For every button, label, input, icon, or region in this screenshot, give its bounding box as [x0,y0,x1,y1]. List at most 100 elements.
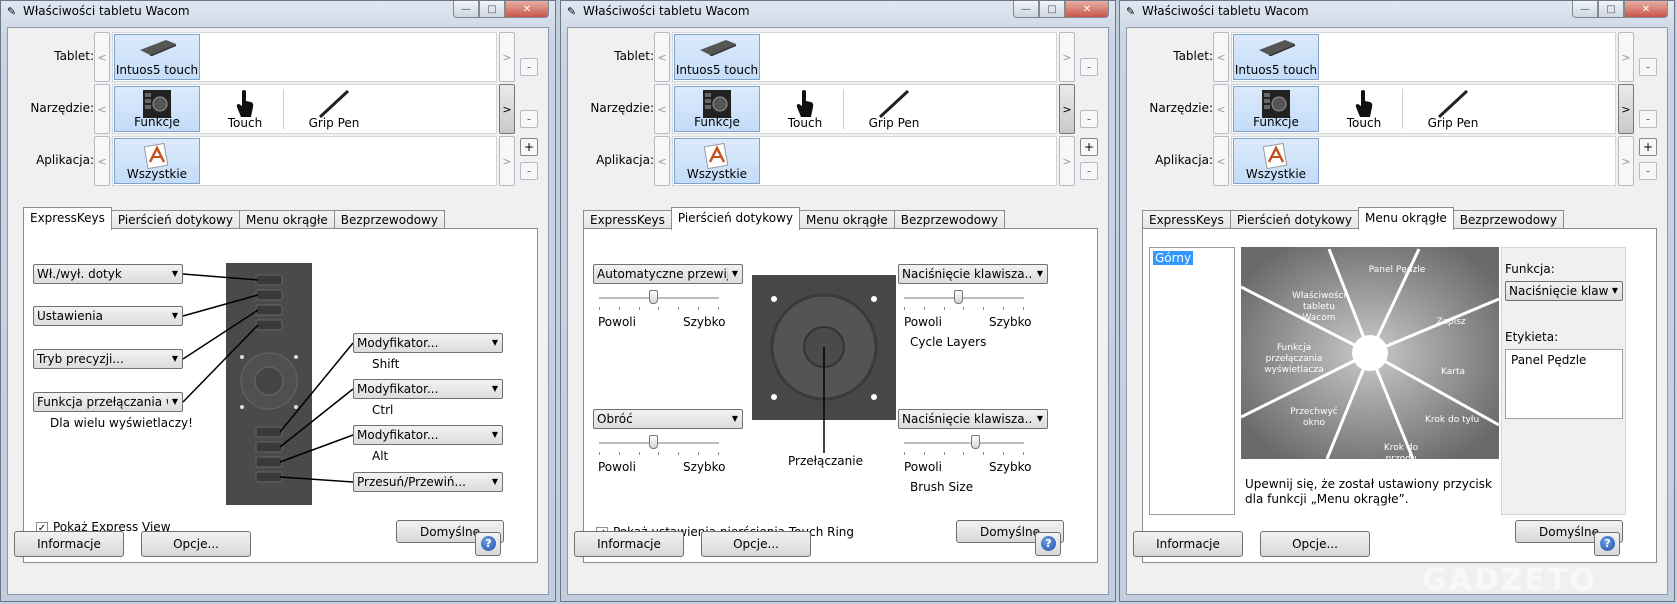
tile-touch[interactable]: Touch [1321,86,1407,132]
tablet-scroll-right[interactable]: > [499,32,515,82]
tile-grip-pen[interactable]: Grip Pen [291,86,377,132]
tile-functions[interactable]: Funkcje [114,86,200,132]
remove-app-button[interactable]: - [520,162,538,180]
tab-expresskeys[interactable]: ExpressKeys [1142,210,1231,230]
app-scroll-right[interactable]: > [499,136,515,186]
remove-tool-button[interactable]: - [1639,110,1657,128]
tool-scroll-right[interactable]: > [1059,84,1075,134]
tab-radial-menu[interactable]: Menu okrągłe [239,210,335,230]
label-textbox[interactable]: Panel Pędzle [1505,349,1623,419]
add-app-button[interactable]: + [1639,138,1657,156]
slice-label: Zapisz [1436,317,1466,327]
minimize-button[interactable]: — [1013,1,1039,18]
tab-wireless[interactable]: Bezprzewodowy [1452,210,1564,230]
close-button[interactable]: ✕ [1065,1,1109,18]
tile-all-apps[interactable]: Wszystkie [1233,138,1319,184]
remove-tablet-button[interactable]: - [1639,58,1657,76]
tab-wireless[interactable]: Bezprzewodowy [893,210,1005,230]
tile-tablet[interactable]: Intuos5 touch [1233,34,1319,80]
mode1-dropdown[interactable]: Automatyczne przewijanie▼ [593,264,743,284]
app-label: Aplikacja: [1155,153,1213,167]
help-button[interactable]: ? [1594,532,1620,556]
tab-radial-menu[interactable]: Menu okrągłe [799,210,895,230]
information-button[interactable]: Informacje [1133,531,1243,557]
tile-touch[interactable]: Touch [762,86,848,132]
help-button[interactable]: ? [1035,532,1061,556]
tab-expresskeys[interactable]: ExpressKeys [23,207,112,230]
tab-expresskeys[interactable]: ExpressKeys [583,210,672,230]
key8-dropdown[interactable]: Przesuń/Przewiń... ▼ [353,472,503,492]
tab-radial-menu[interactable]: Menu okrągłe [1358,207,1454,230]
tool-scroll-right[interactable]: > [1618,84,1634,134]
minimize-button[interactable]: — [1572,1,1598,18]
remove-tool-button[interactable]: - [1080,110,1098,128]
add-app-button[interactable]: + [1080,138,1098,156]
options-button[interactable]: Opcje... [141,531,251,557]
tablet-scroll-left[interactable]: < [94,32,110,82]
maximize-button[interactable]: □ [1598,1,1624,18]
tablet-scroll-right[interactable]: > [1059,32,1075,82]
tile-all-apps[interactable]: Wszystkie [674,138,760,184]
mode3-speed-slider[interactable] [599,434,719,458]
tile-grip-pen[interactable]: Grip Pen [851,86,937,132]
radial-menu-tree[interactable]: Górny [1149,247,1235,515]
information-button[interactable]: Informacje [574,531,684,557]
maximize-button[interactable]: □ [1039,1,1065,18]
minimize-button[interactable]: — [453,1,479,18]
function-dropdown[interactable]: Naciśnięcie klawisza▼ [1505,281,1623,301]
tool-scroll-left[interactable]: < [1213,84,1229,134]
tile-functions[interactable]: Funkcje [1233,86,1319,132]
title-bar[interactable]: ✎ Właściwości tabletu Wacom — □ ✕ [1,1,555,23]
mode2-dropdown[interactable]: Naciśnięcie klawisza... ▼ [898,264,1048,284]
key5-dropdown[interactable]: Modyfikator... ▼ [353,333,503,353]
help-icon: ? [481,536,496,551]
app-scroll-left[interactable]: < [1213,136,1229,186]
mode2-speed-slider[interactable] [904,289,1024,313]
remove-tablet-button[interactable]: - [520,58,538,76]
help-button[interactable]: ? [475,532,501,556]
key7-dropdown[interactable]: Modyfikator... ▼ [353,425,503,445]
tile-tablet[interactable]: Intuos5 touch [114,34,200,80]
close-button[interactable]: ✕ [1624,1,1668,18]
app-scroll-left[interactable]: < [654,136,670,186]
slice-label: Krok do przodu [1383,443,1419,464]
tool-scroll-right[interactable]: > [499,84,515,134]
key6-dropdown[interactable]: Modyfikator... ▼ [353,379,503,399]
close-button[interactable]: ✕ [505,1,549,18]
remove-tablet-button[interactable]: - [1080,58,1098,76]
tile-touch[interactable]: Touch [202,86,288,132]
remove-app-button[interactable]: - [1639,162,1657,180]
tablet-scroll-left[interactable]: < [1213,32,1229,82]
mode4-dropdown[interactable]: Naciśnięcie klawisza... ▼ [898,409,1048,429]
remove-app-button[interactable]: - [1080,162,1098,180]
app-scroll-right[interactable]: > [1618,136,1634,186]
tablet-scroll-left[interactable]: < [654,32,670,82]
tablet-scroll-right[interactable]: > [1618,32,1634,82]
options-button[interactable]: Opcje... [701,531,811,557]
maximize-button[interactable]: □ [479,1,505,18]
tool-scroll-left[interactable]: < [654,84,670,134]
add-app-button[interactable]: + [520,138,538,156]
tile-all-apps[interactable]: Wszystkie [114,138,200,184]
title-bar[interactable]: ✎ Właściwości tabletu Wacom — □ ✕ [561,1,1115,23]
remove-tool-button[interactable]: - [520,110,538,128]
app-scroll-left[interactable]: < [94,136,110,186]
app-scroll-right[interactable]: > [1059,136,1075,186]
tab-wireless[interactable]: Bezprzewodowy [333,210,445,230]
mode4-speed-slider[interactable] [904,434,1024,458]
tab-touch-ring[interactable]: Pierścień dotykowy [110,210,241,230]
tile-functions[interactable]: Funkcje [674,86,760,132]
tab-touch-ring[interactable]: Pierścień dotykowy [670,207,801,230]
options-button[interactable]: Opcje... [1260,531,1370,557]
tree-item-top[interactable]: Górny [1153,251,1194,265]
tool-scroll-left[interactable]: < [94,84,110,134]
mode3-dropdown[interactable]: Obróć ▼ [593,409,743,429]
information-button[interactable]: Informacje [14,531,124,557]
title-bar[interactable]: ✎ Właściwości tabletu Wacom — □ ✕ [1120,1,1674,23]
tab-touch-ring[interactable]: Pierścień dotykowy [1229,210,1360,230]
tile-grip-pen[interactable]: Grip Pen [1410,86,1496,132]
tile-tablet[interactable]: Intuos5 touch [674,34,760,80]
mode1-speed-slider[interactable] [599,289,719,313]
label-caption: Etykieta: [1505,330,1559,344]
tile-label: Funkcje [134,115,180,129]
